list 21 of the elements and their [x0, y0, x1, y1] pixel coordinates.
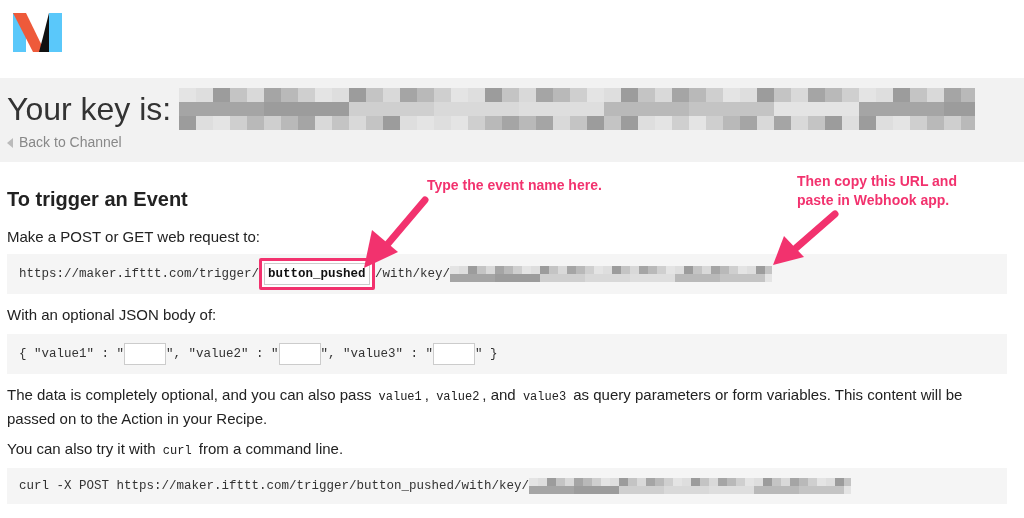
value-field[interactable]	[124, 343, 167, 365]
key-heading: Your key is:	[7, 90, 172, 128]
annotation-text: Then copy this URL and paste in Webhook app.	[797, 172, 958, 210]
arrow	[773, 210, 839, 265]
command-text: curl -X POST https://maker.ifttt.com/trigger/button_pushed/with/key/	[19, 477, 530, 495]
value-field[interactable]	[433, 343, 476, 365]
instruction-text: You can also try it with curl from a command line.	[7, 439, 345, 460]
annotation-text: Type the event name here.	[427, 176, 602, 195]
instruction-text: Make a POST or GET web request to:	[7, 227, 261, 247]
code-text: { "value1" : "	[19, 345, 125, 363]
caret-left-icon	[7, 137, 13, 148]
value-field[interactable]	[278, 343, 321, 365]
url-text: /with/key/	[375, 265, 451, 283]
section-title: To trigger an Event	[7, 187, 188, 212]
code-text: " }	[475, 345, 498, 363]
event-name-field[interactable]: button_pushed	[264, 263, 371, 285]
code-text: ", "value3" : "	[320, 345, 434, 363]
logo-icon	[13, 13, 62, 52]
code-text: ", "value2" : "	[166, 345, 279, 363]
url-text: https://maker.ifttt.com/trigger/	[19, 265, 260, 283]
instruction-text: With an optional JSON body of:	[7, 305, 218, 325]
